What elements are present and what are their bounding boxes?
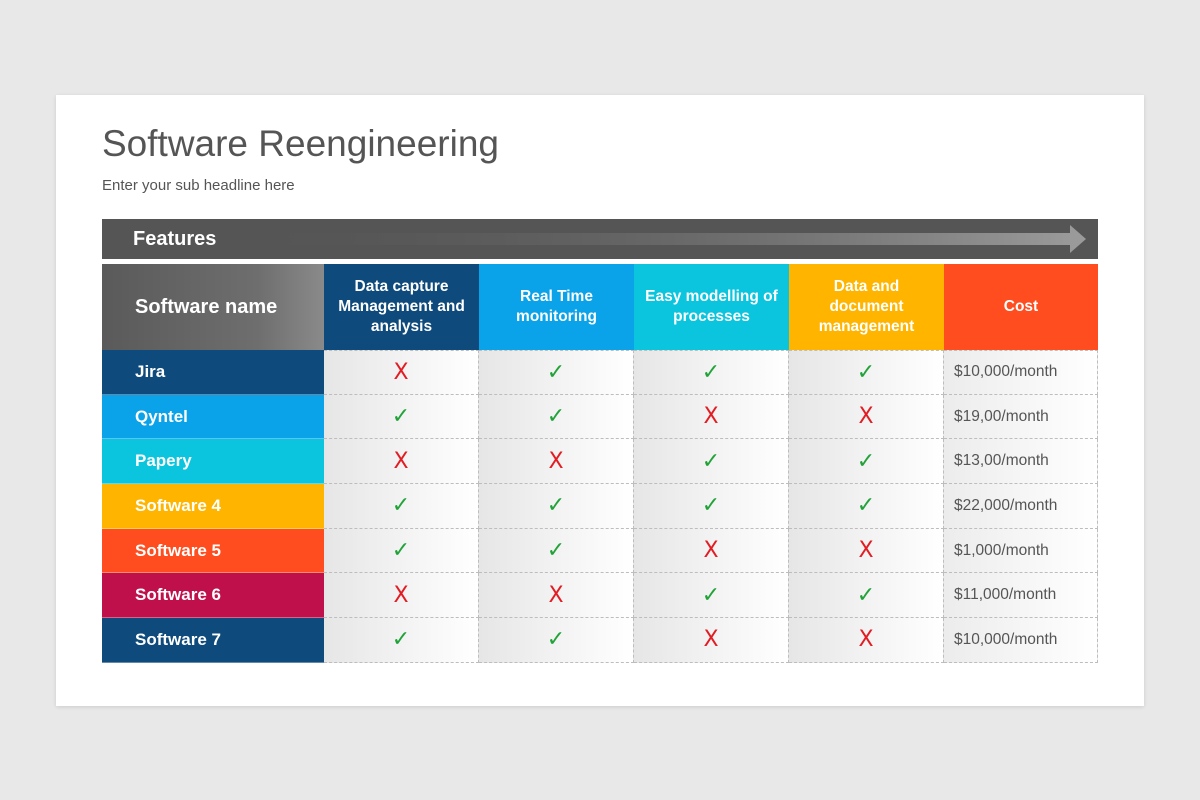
slide-subtitle: Enter your sub headline here [102, 177, 295, 194]
software-name-cell: Papery [102, 439, 324, 485]
feature-header-data-capture: Data capture Management and analysis [324, 264, 479, 350]
software-name-header: Software name [102, 264, 324, 350]
cross-icon: X [703, 404, 719, 430]
slide: Software Reengineering Enter your sub he… [56, 95, 1144, 706]
feature-cell: ✓ [324, 394, 479, 440]
cost-cell: $1,000/month [944, 528, 1098, 574]
feature-header-modelling: Easy modelling of processes [634, 264, 789, 350]
feature-cell: ✓ [789, 439, 944, 485]
cross-icon: X [548, 448, 564, 474]
feature-cell: X [789, 528, 944, 574]
feature-header-document: Data and document management [789, 264, 944, 350]
feature-cell: X [634, 394, 789, 440]
software-name-cell: Software 4 [102, 484, 324, 529]
cross-icon: X [858, 627, 874, 653]
cost-cell: $10,000/month [944, 618, 1098, 663]
check-icon: ✓ [391, 404, 411, 430]
check-icon: ✓ [856, 582, 876, 608]
cost-cell: $13,00/month [944, 439, 1098, 485]
feature-cell: X [634, 618, 789, 663]
feature-cell: ✓ [324, 528, 479, 574]
feature-cell: ✓ [789, 573, 944, 619]
features-arrow-icon [252, 225, 1086, 253]
cost-cell: $10,000/month [944, 350, 1098, 395]
check-icon: ✓ [546, 538, 566, 564]
feature-cell: X [789, 618, 944, 663]
feature-cell: X [634, 528, 789, 574]
cross-icon: X [703, 627, 719, 653]
feature-cell: X [479, 439, 634, 485]
check-icon: ✓ [391, 627, 411, 653]
check-icon: ✓ [701, 359, 721, 385]
feature-cell: X [324, 439, 479, 485]
features-label: Features [133, 228, 217, 250]
software-name-cell: Jira [102, 350, 324, 395]
check-icon: ✓ [391, 538, 411, 564]
feature-cell: X [324, 573, 479, 619]
cross-icon: X [858, 538, 874, 564]
feature-cell: ✓ [634, 484, 789, 529]
cross-icon: X [393, 582, 409, 608]
feature-cell: ✓ [324, 484, 479, 529]
feature-cell: ✓ [479, 484, 634, 529]
check-icon: ✓ [856, 359, 876, 385]
software-name-cell: Software 6 [102, 573, 324, 619]
cross-icon: X [393, 359, 409, 385]
feature-cell: ✓ [634, 350, 789, 395]
feature-cell: ✓ [789, 350, 944, 395]
check-icon: ✓ [546, 493, 566, 519]
comparison-table: Software name Data capture Management an… [102, 264, 1098, 663]
check-icon: ✓ [701, 582, 721, 608]
feature-cell: X [479, 573, 634, 619]
feature-cell: ✓ [479, 350, 634, 395]
check-icon: ✓ [546, 404, 566, 430]
cross-icon: X [548, 582, 564, 608]
feature-cell: X [789, 394, 944, 440]
software-name-cell: Qyntel [102, 394, 324, 440]
cross-icon: X [858, 404, 874, 430]
cost-cell: $11,000/month [944, 573, 1098, 619]
check-icon: ✓ [701, 448, 721, 474]
feature-cell: ✓ [789, 484, 944, 529]
check-icon: ✓ [546, 627, 566, 653]
software-name-cell: Software 5 [102, 528, 324, 574]
check-icon: ✓ [546, 359, 566, 385]
check-icon: ✓ [856, 493, 876, 519]
cost-cell: $19,00/month [944, 394, 1098, 440]
features-bar: Features [102, 219, 1098, 259]
cross-icon: X [393, 448, 409, 474]
feature-cell: ✓ [324, 618, 479, 663]
feature-cell: ✓ [634, 573, 789, 619]
check-icon: ✓ [391, 493, 411, 519]
cost-header: Cost [944, 264, 1098, 350]
feature-cell: ✓ [479, 394, 634, 440]
cost-cell: $22,000/month [944, 484, 1098, 529]
feature-cell: ✓ [479, 618, 634, 663]
feature-cell: ✓ [479, 528, 634, 574]
software-name-cell: Software 7 [102, 618, 324, 663]
feature-header-real-time: Real Time monitoring [479, 264, 634, 350]
check-icon: ✓ [856, 448, 876, 474]
feature-cell: X [324, 350, 479, 395]
cross-icon: X [703, 538, 719, 564]
feature-cell: ✓ [634, 439, 789, 485]
check-icon: ✓ [701, 493, 721, 519]
slide-title: Software Reengineering [102, 123, 499, 164]
